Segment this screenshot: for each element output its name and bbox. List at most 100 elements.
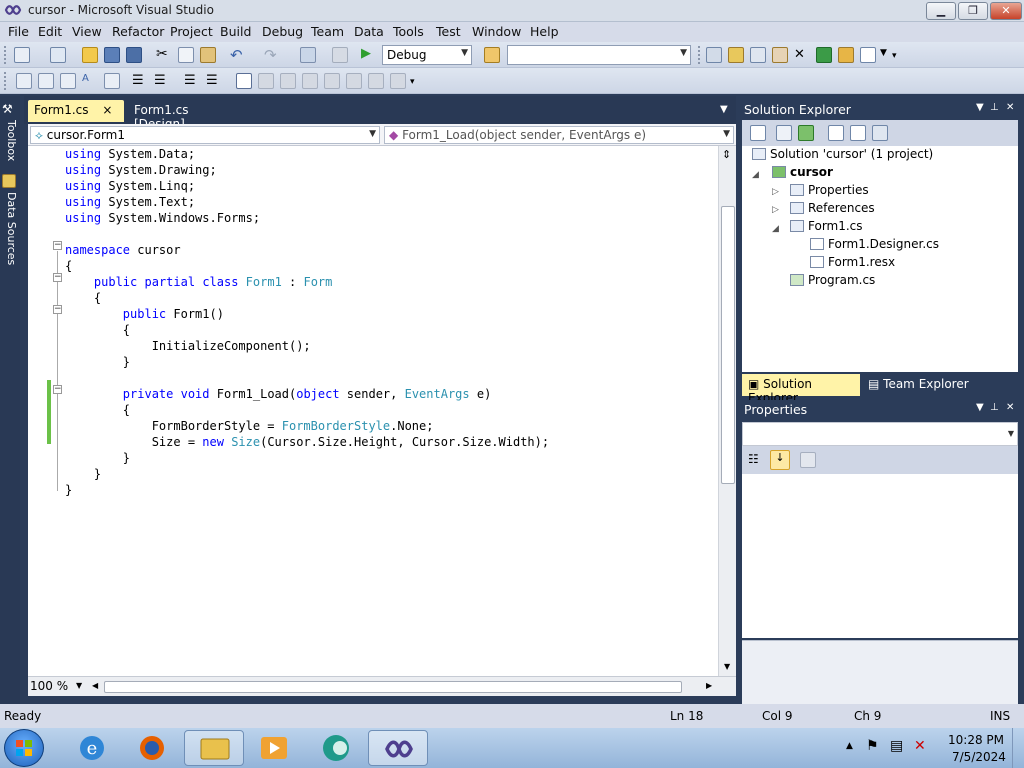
command-window-icon[interactable] bbox=[860, 47, 876, 63]
categorized-icon[interactable]: ☷ bbox=[748, 452, 764, 468]
tree-item-solution[interactable]: Solution 'cursor' (1 project) bbox=[752, 147, 933, 165]
types-dropdown[interactable]: ⟡ cursor.Form1 ▼ bbox=[30, 126, 380, 144]
code-line[interactable]: using System.Text; bbox=[65, 194, 715, 210]
code-line[interactable]: } bbox=[65, 354, 715, 370]
horizontal-scroll-thumb[interactable] bbox=[104, 681, 682, 693]
vertical-scrollbar[interactable]: ⇕ ▼ bbox=[718, 146, 736, 676]
tree-item-form1-resx[interactable]: Form1.resx bbox=[810, 255, 895, 273]
uncomment-icon[interactable]: ☰ bbox=[206, 73, 222, 89]
auto-hide-pin-icon[interactable]: ⊥ bbox=[990, 402, 999, 413]
menu-test[interactable]: Test bbox=[436, 24, 461, 39]
toolbox-icon[interactable] bbox=[772, 47, 788, 63]
close-panel-icon[interactable]: ✕ bbox=[1006, 102, 1014, 113]
properties-window-icon[interactable] bbox=[728, 47, 744, 63]
word-wrap-icon[interactable] bbox=[104, 73, 120, 89]
code-line[interactable]: public partial class Form1 : Form bbox=[65, 274, 715, 290]
code-line[interactable]: using System.Linq; bbox=[65, 178, 715, 194]
save-icon[interactable] bbox=[104, 47, 120, 63]
code-editor[interactable]: − − − − using System.Data; using System.D… bbox=[28, 146, 718, 676]
code-line[interactable]: { bbox=[65, 290, 715, 306]
taskbar-green-app[interactable] bbox=[306, 730, 366, 766]
tree-item-form1-cs[interactable]: Form1.cs bbox=[790, 219, 863, 237]
tree-item-program[interactable]: Program.cs bbox=[790, 273, 875, 291]
code-text[interactable]: using System.Data; using System.Drawing; u… bbox=[65, 146, 715, 498]
taskbar-file-explorer[interactable] bbox=[184, 730, 244, 766]
window-position-icon[interactable]: ▼ bbox=[976, 402, 984, 413]
extension-manager-icon[interactable] bbox=[838, 47, 854, 63]
code-line[interactable] bbox=[65, 370, 715, 386]
decrease-indent-icon[interactable]: ☰ bbox=[132, 73, 148, 89]
taskbar-firefox[interactable] bbox=[122, 730, 182, 766]
collapse-arrow-icon[interactable]: ◢ bbox=[772, 224, 779, 234]
code-line[interactable]: namespace cursor bbox=[65, 242, 715, 258]
menu-view[interactable]: View bbox=[72, 24, 102, 39]
view-class-diagram-icon[interactable] bbox=[872, 125, 888, 141]
alphabetical-icon[interactable]: ↓ bbox=[770, 450, 790, 470]
increase-indent-icon[interactable]: ☰ bbox=[154, 73, 170, 89]
code-line[interactable]: using System.Windows.Forms; bbox=[65, 210, 715, 226]
split-handle-icon[interactable]: ⇕ bbox=[722, 148, 731, 161]
navigate-forward-icon[interactable] bbox=[332, 47, 348, 63]
find-combo-box[interactable]: ▼ bbox=[507, 45, 691, 65]
copy-icon[interactable] bbox=[178, 47, 194, 63]
find-in-files-icon[interactable] bbox=[484, 47, 500, 63]
show-desktop-button[interactable] bbox=[1012, 728, 1024, 768]
next-bookmark-in-folder-icon[interactable] bbox=[324, 73, 340, 89]
tab-solution-explorer[interactable]: ▣ Solution Explorer bbox=[742, 374, 860, 405]
network-icon[interactable]: ▤ bbox=[890, 738, 903, 754]
taskbar-visual-studio[interactable] bbox=[368, 730, 428, 766]
code-line[interactable]: } bbox=[65, 450, 715, 466]
next-bookmark-in-document-icon[interactable] bbox=[368, 73, 384, 89]
tree-item-project[interactable]: cursor bbox=[772, 165, 833, 183]
tab-form1-design[interactable]: Form1.cs [Design] bbox=[128, 100, 248, 131]
code-line[interactable] bbox=[65, 226, 715, 242]
menu-tools[interactable]: Tools bbox=[393, 24, 424, 39]
clock-time[interactable]: 10:28 PM bbox=[948, 733, 1004, 747]
code-line[interactable]: FormBorderStyle = FormBorderStyle.None; bbox=[65, 418, 715, 434]
menu-edit[interactable]: Edit bbox=[38, 24, 62, 39]
start-page-icon[interactable] bbox=[816, 47, 832, 63]
code-line[interactable]: using System.Drawing; bbox=[65, 162, 715, 178]
clock-date[interactable]: 7/5/2024 bbox=[952, 750, 1006, 764]
menu-data[interactable]: Data bbox=[354, 24, 384, 39]
scroll-right-icon[interactable]: ▶ bbox=[706, 681, 712, 690]
menu-help[interactable]: Help bbox=[530, 24, 559, 39]
code-line[interactable]: Size = new Size(Cursor.Size.Height, Curs… bbox=[65, 434, 715, 450]
collapse-namespace-icon[interactable]: − bbox=[53, 241, 62, 250]
zoom-select[interactable]: 100 % ▼ bbox=[30, 679, 86, 695]
property-grid[interactable] bbox=[742, 474, 1018, 638]
paste-icon[interactable] bbox=[200, 47, 216, 63]
tree-item-references[interactable]: References bbox=[790, 201, 875, 219]
collapse-class-icon[interactable]: − bbox=[53, 273, 62, 282]
toolbar-overflow-icon[interactable]: ▾ bbox=[410, 77, 426, 93]
solution-configuration-select[interactable]: Debug ▼ bbox=[382, 45, 472, 65]
save-all-icon[interactable] bbox=[126, 47, 142, 63]
collapse-constructor-icon[interactable]: − bbox=[53, 305, 62, 314]
toolbar-grip[interactable] bbox=[4, 72, 7, 90]
close-tab-icon[interactable]: × bbox=[102, 103, 112, 117]
solution-explorer-icon[interactable] bbox=[706, 47, 722, 63]
code-line[interactable]: public Form1() bbox=[65, 306, 715, 322]
menu-window[interactable]: Window bbox=[472, 24, 521, 39]
new-project-icon[interactable] bbox=[14, 47, 30, 63]
quick-info-icon[interactable] bbox=[60, 73, 76, 89]
tools-icon[interactable]: ✕ bbox=[794, 47, 810, 63]
view-code-icon[interactable] bbox=[828, 125, 844, 141]
scroll-left-icon[interactable]: ◀ bbox=[92, 681, 98, 690]
scroll-down-icon[interactable]: ▼ bbox=[724, 662, 730, 671]
members-dropdown[interactable]: ◆ Form1_Load(object sender, EventArgs e)… bbox=[384, 126, 734, 144]
auto-hide-pin-icon[interactable]: ⊥ bbox=[990, 102, 999, 113]
taskbar-media-player[interactable] bbox=[244, 730, 304, 766]
minimize-button[interactable]: ▁ bbox=[926, 2, 956, 20]
menu-refactor[interactable]: Refactor bbox=[112, 24, 164, 39]
collapse-method-icon[interactable]: − bbox=[53, 385, 62, 394]
window-position-icon[interactable]: ▼ bbox=[976, 102, 984, 113]
toggle-bookmark-icon[interactable] bbox=[236, 73, 252, 89]
menu-debug[interactable]: Debug bbox=[262, 24, 303, 39]
expand-arrow-icon[interactable]: ▷ bbox=[772, 205, 779, 215]
toolbar-overflow-icon[interactable]: ▾ bbox=[892, 51, 908, 67]
menu-build[interactable]: Build bbox=[220, 24, 251, 39]
volume-muted-icon[interactable]: ✕ bbox=[914, 738, 926, 754]
code-line[interactable]: InitializeComponent(); bbox=[65, 338, 715, 354]
code-line[interactable]: using System.Data; bbox=[65, 146, 715, 162]
